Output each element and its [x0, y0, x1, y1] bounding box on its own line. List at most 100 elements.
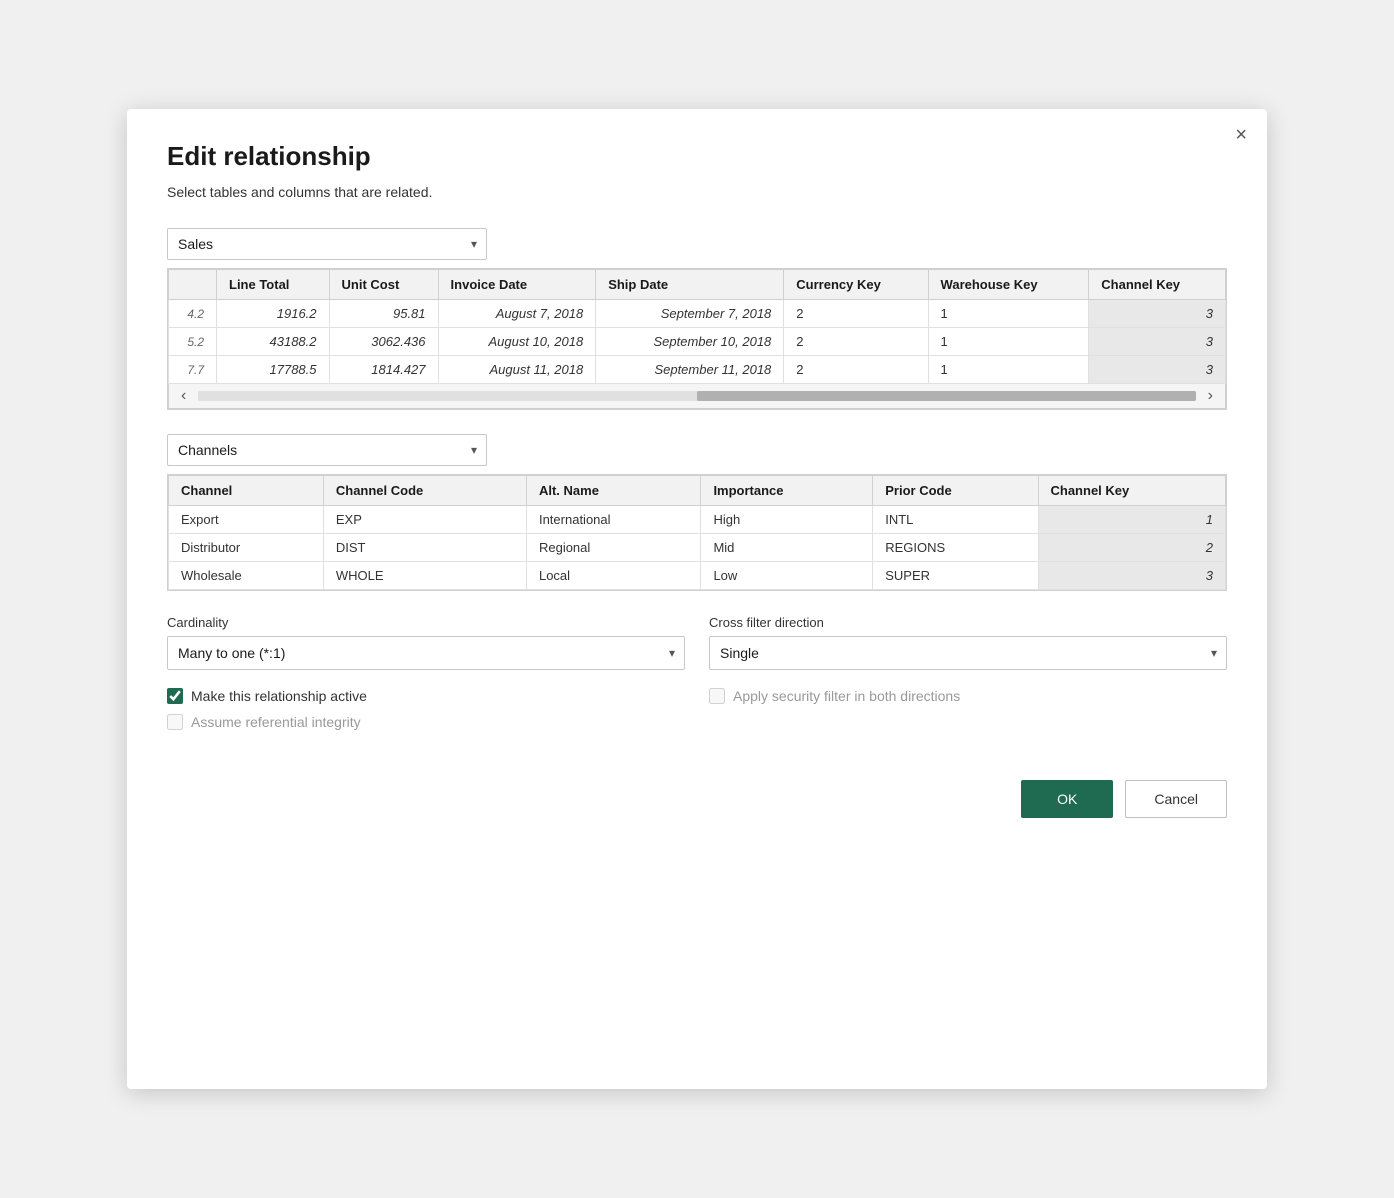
table-row: Distributor DIST Regional Mid REGIONS 2: [169, 534, 1226, 562]
channel-2: Distributor: [169, 534, 324, 562]
dialog-title: Edit relationship: [167, 141, 1227, 172]
col-id-header: [169, 270, 217, 300]
importance-1: High: [701, 506, 873, 534]
scroll-track[interactable]: [198, 391, 1195, 401]
table-row: 7.7 17788.5 1814.427 August 11, 2018 Sep…: [169, 356, 1226, 384]
left-checkboxes: Make this relationship active Assume ref…: [167, 688, 685, 740]
line-total-1: 1916.2: [217, 300, 330, 328]
col-channel-header: Channel: [169, 476, 324, 506]
sales-table-scroll: Line Total Unit Cost Invoice Date Ship D…: [168, 269, 1226, 384]
channel-3: Wholesale: [169, 562, 324, 590]
active-relationship-row: Make this relationship active: [167, 688, 685, 704]
alt-name-3: Local: [526, 562, 700, 590]
col-unit-cost-header: Unit Cost: [329, 270, 438, 300]
channels-table-dropdown[interactable]: Channels: [167, 434, 487, 466]
scroll-left-button[interactable]: ‹: [177, 387, 190, 405]
cardinality-group: Cardinality Many to one (*:1)One to one …: [167, 615, 685, 670]
channels-table-container: Channel Channel Code Alt. Name Importanc…: [167, 474, 1227, 591]
security-filter-checkbox[interactable]: [709, 688, 725, 704]
channel-key-sales-2: 3: [1089, 328, 1226, 356]
invoice-date-3: August 11, 2018: [438, 356, 596, 384]
invoice-date-1: August 7, 2018: [438, 300, 596, 328]
col-ship-date-header: Ship Date: [596, 270, 784, 300]
right-checkboxes: Apply security filter in both directions: [709, 688, 1227, 740]
active-relationship-label: Make this relationship active: [191, 688, 367, 704]
row-id-2: 5.2: [169, 328, 217, 356]
prior-code-3: SUPER: [873, 562, 1038, 590]
cross-filter-dropdown-wrapper: SingleBoth ▾: [709, 636, 1227, 670]
warehouse-key-3: 1: [928, 356, 1089, 384]
currency-key-2: 2: [784, 328, 928, 356]
channel-key-channels-3: 3: [1038, 562, 1226, 590]
sales-table-dropdown[interactable]: Sales: [167, 228, 487, 260]
referential-integrity-row: Assume referential integrity: [167, 714, 685, 730]
cardinality-label: Cardinality: [167, 615, 685, 630]
cross-filter-label: Cross filter direction: [709, 615, 1227, 630]
cross-filter-dropdown[interactable]: SingleBoth: [709, 636, 1227, 670]
channel-key-channels-2: 2: [1038, 534, 1226, 562]
sales-table-header-row: Line Total Unit Cost Invoice Date Ship D…: [169, 270, 1226, 300]
col-alt-name-header: Alt. Name: [526, 476, 700, 506]
checkboxes-section: Make this relationship active Assume ref…: [167, 688, 1227, 740]
edit-relationship-dialog: × Edit relationship Select tables and co…: [127, 109, 1267, 1089]
channels-section: Channels ▾ Channel Channel Code Alt. Nam…: [167, 434, 1227, 591]
referential-integrity-label: Assume referential integrity: [191, 714, 361, 730]
ok-button[interactable]: OK: [1021, 780, 1113, 818]
table-row: Wholesale WHOLE Local Low SUPER 3: [169, 562, 1226, 590]
col-prior-code-header: Prior Code: [873, 476, 1038, 506]
unit-cost-3: 1814.427: [329, 356, 438, 384]
close-button[interactable]: ×: [1235, 125, 1247, 145]
channels-table: Channel Channel Code Alt. Name Importanc…: [168, 475, 1226, 590]
col-channel-key-header-channels: Channel Key: [1038, 476, 1226, 506]
security-filter-row: Apply security filter in both directions: [709, 688, 1227, 704]
scroll-thumb: [697, 391, 1196, 401]
sales-table-dropdown-wrapper: Sales ▾: [167, 228, 487, 260]
action-row: OK Cancel: [167, 780, 1227, 818]
col-channel-key-header-sales: Channel Key: [1089, 270, 1226, 300]
security-filter-label: Apply security filter in both directions: [733, 688, 960, 704]
col-invoice-date-header: Invoice Date: [438, 270, 596, 300]
table-row: Export EXP International High INTL 1: [169, 506, 1226, 534]
sales-section: Sales ▾ Line Total Unit Cost Invoice Dat…: [167, 228, 1227, 410]
prior-code-1: INTL: [873, 506, 1038, 534]
table-row: 5.2 43188.2 3062.436 August 10, 2018 Sep…: [169, 328, 1226, 356]
sales-table: Line Total Unit Cost Invoice Date Ship D…: [168, 269, 1226, 384]
col-warehouse-key-header: Warehouse Key: [928, 270, 1089, 300]
ship-date-1: September 7, 2018: [596, 300, 784, 328]
importance-3: Low: [701, 562, 873, 590]
channel-code-2: DIST: [323, 534, 526, 562]
ship-date-3: September 11, 2018: [596, 356, 784, 384]
line-total-3: 17788.5: [217, 356, 330, 384]
cardinality-dropdown-wrapper: Many to one (*:1)One to one (1:1)One to …: [167, 636, 685, 670]
channel-key-sales-3: 3: [1089, 356, 1226, 384]
col-currency-key-header: Currency Key: [784, 270, 928, 300]
prior-code-2: REGIONS: [873, 534, 1038, 562]
sales-table-container: Line Total Unit Cost Invoice Date Ship D…: [167, 268, 1227, 410]
warehouse-key-1: 1: [928, 300, 1089, 328]
channels-table-header-row: Channel Channel Code Alt. Name Importanc…: [169, 476, 1226, 506]
channel-key-channels-1: 1: [1038, 506, 1226, 534]
cardinality-crossfilter-row: Cardinality Many to one (*:1)One to one …: [167, 615, 1227, 670]
sales-table-scrollbar: ‹ ›: [168, 384, 1226, 409]
ship-date-2: September 10, 2018: [596, 328, 784, 356]
channel-key-sales-1: 3: [1089, 300, 1226, 328]
active-relationship-checkbox[interactable]: [167, 688, 183, 704]
referential-integrity-checkbox[interactable]: [167, 714, 183, 730]
col-channel-code-header: Channel Code: [323, 476, 526, 506]
currency-key-1: 2: [784, 300, 928, 328]
warehouse-key-2: 1: [928, 328, 1089, 356]
cancel-button[interactable]: Cancel: [1125, 780, 1227, 818]
alt-name-2: Regional: [526, 534, 700, 562]
alt-name-1: International: [526, 506, 700, 534]
cardinality-dropdown[interactable]: Many to one (*:1)One to one (1:1)One to …: [167, 636, 685, 670]
channel-code-3: WHOLE: [323, 562, 526, 590]
importance-2: Mid: [701, 534, 873, 562]
scroll-right-button[interactable]: ›: [1204, 387, 1217, 405]
col-importance-header: Importance: [701, 476, 873, 506]
channel-1: Export: [169, 506, 324, 534]
unit-cost-1: 95.81: [329, 300, 438, 328]
cross-filter-group: Cross filter direction SingleBoth ▾: [709, 615, 1227, 670]
channels-table-dropdown-wrapper: Channels ▾: [167, 434, 487, 466]
row-id-1: 4.2: [169, 300, 217, 328]
line-total-2: 43188.2: [217, 328, 330, 356]
